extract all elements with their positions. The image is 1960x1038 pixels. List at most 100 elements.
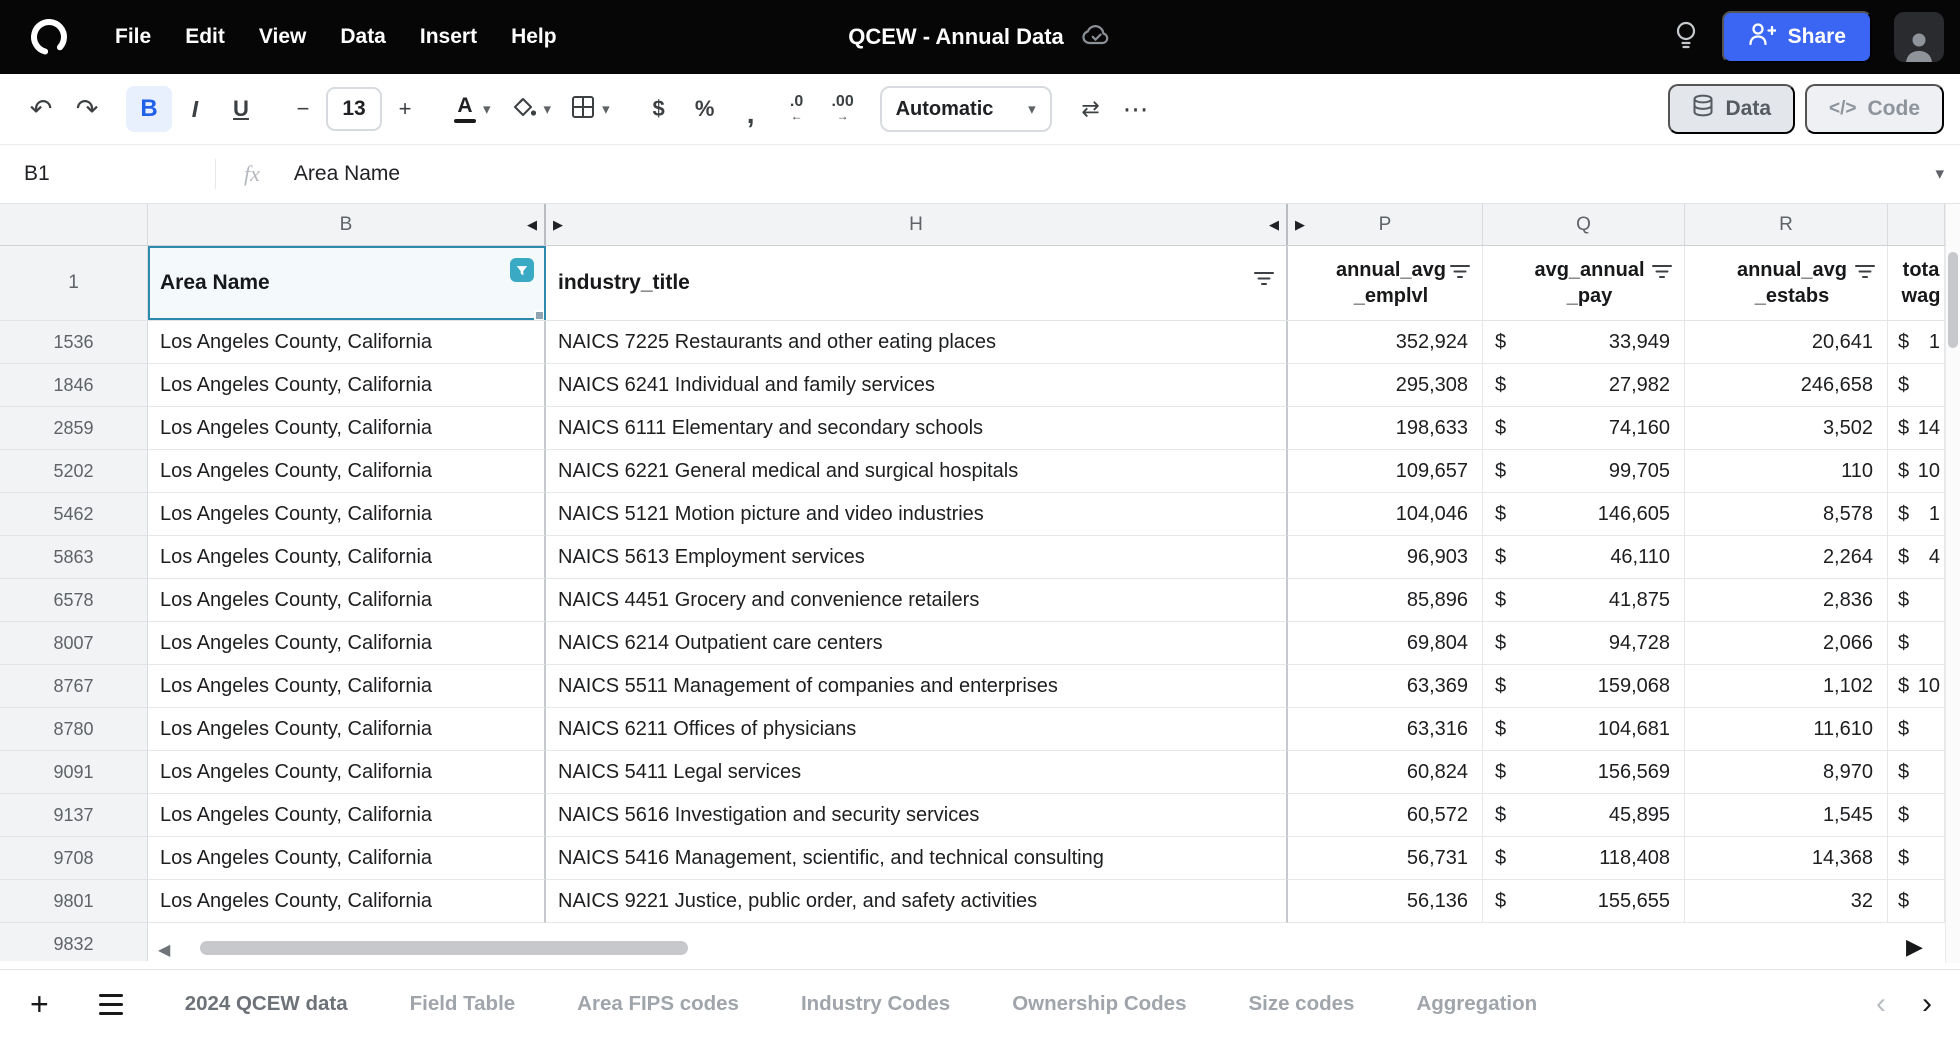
row-number[interactable]: 9091 xyxy=(0,751,148,794)
cell-annual-avg-emplvl[interactable]: 56,136 xyxy=(1288,880,1483,923)
tab-ownership-codes[interactable]: Ownership Codes xyxy=(1012,992,1186,1016)
percent-format-button[interactable]: % xyxy=(682,86,728,132)
cell-total-wages-partial[interactable]: $ xyxy=(1888,751,1945,794)
cell-area-name[interactable]: Los Angeles County, California xyxy=(148,708,546,751)
app-logo-icon[interactable] xyxy=(26,14,72,60)
hidden-cols-collapse-left-icon[interactable]: ◀ xyxy=(527,217,537,233)
cell-industry-title[interactable]: NAICS 5416 Management, scientific, and t… xyxy=(546,837,1288,880)
cell-annual-avg-estabs[interactable]: 2,066 xyxy=(1685,622,1888,665)
row-number[interactable]: 2859 xyxy=(0,407,148,450)
column-header-partial[interactable] xyxy=(1888,204,1945,245)
cell-industry-title[interactable]: NAICS 6214 Outpatient care centers xyxy=(546,622,1288,665)
cell-avg-annual-pay[interactable]: $ 41,875 xyxy=(1483,579,1685,622)
cell-annual-avg-emplvl[interactable]: 60,824 xyxy=(1288,751,1483,794)
cell-total-wages-partial[interactable]: $ xyxy=(1888,622,1945,665)
tab-scroll-left-chevron[interactable]: ‹ xyxy=(1876,987,1886,1021)
cell-total-wages-partial[interactable]: $ 4 xyxy=(1888,536,1945,579)
cell-annual-avg-emplvl[interactable]: 104,046 xyxy=(1288,493,1483,536)
hidden-cols-collapse-right-icon[interactable]: ▶ xyxy=(553,217,563,233)
cell-area-name[interactable]: Los Angeles County, California xyxy=(148,450,546,493)
cell-annual-avg-emplvl[interactable]: 63,316 xyxy=(1288,708,1483,751)
cell-annual-avg-estabs[interactable]: 32 xyxy=(1685,880,1888,923)
name-box[interactable]: B1 xyxy=(0,162,215,186)
corner-header[interactable] xyxy=(0,204,148,245)
cell-industry-title[interactable]: NAICS 4451 Grocery and convenience retai… xyxy=(546,579,1288,622)
cell-total-wages-partial[interactable]: $ 14 xyxy=(1888,407,1945,450)
cell-avg-annual-pay[interactable]: $ 99,705 xyxy=(1483,450,1685,493)
cell-area-name[interactable]: Los Angeles County, California xyxy=(148,880,546,923)
hscroll-right-arrow[interactable]: ▶ xyxy=(1906,934,1923,960)
cell-area-name[interactable]: Los Angeles County, California xyxy=(148,665,546,708)
cell-total-wages-partial[interactable]: $ 10 xyxy=(1888,450,1945,493)
cell-avg-annual-pay[interactable]: $ 146,605 xyxy=(1483,493,1685,536)
selected-cell-b1[interactable]: Area Name xyxy=(148,246,546,320)
cell-area-name[interactable]: Los Angeles County, California xyxy=(148,622,546,665)
cell-area-name[interactable]: Los Angeles County, California xyxy=(148,407,546,450)
cell-industry-title[interactable]: NAICS 5616 Investigation and security se… xyxy=(546,794,1288,837)
row-number[interactable]: 5202 xyxy=(0,450,148,493)
formula-input[interactable]: Area Name xyxy=(294,162,400,186)
cell-total-wages-partial[interactable]: $ 1 xyxy=(1888,493,1945,536)
fill-color-button[interactable]: ▾ xyxy=(501,86,562,132)
cell-annual-avg-estabs[interactable]: 3,502 xyxy=(1685,407,1888,450)
cell-industry-title[interactable]: NAICS 6111 Elementary and secondary scho… xyxy=(546,407,1288,450)
cell-avg-annual-pay[interactable]: $ 104,681 xyxy=(1483,708,1685,751)
increase-font-button[interactable]: + xyxy=(382,86,428,132)
sheets-menu-icon[interactable] xyxy=(99,994,123,1015)
cell-annual-avg-emplvl[interactable]: 63,369 xyxy=(1288,665,1483,708)
cell-annual-avg-estabs[interactable]: 246,658 xyxy=(1685,364,1888,407)
data-view-button[interactable]: Data xyxy=(1668,84,1795,134)
lightbulb-icon[interactable] xyxy=(1672,20,1700,55)
cell-annual-avg-emplvl[interactable]: 69,804 xyxy=(1288,622,1483,665)
cell-annual-avg-estabs[interactable]: 20,641 xyxy=(1685,321,1888,364)
column-header-b[interactable]: B ◀ xyxy=(148,204,546,245)
cell-area-name[interactable]: Los Angeles County, California xyxy=(148,751,546,794)
italic-button[interactable]: I xyxy=(172,86,218,132)
cell-total-wages-partial[interactable]: $ 1 xyxy=(1888,321,1945,364)
row-number[interactable]: 1846 xyxy=(0,364,148,407)
cell-industry-title[interactable]: NAICS 7225 Restaurants and other eating … xyxy=(546,321,1288,364)
document-title[interactable]: QCEW - Annual Data xyxy=(848,24,1064,50)
cell-total-wages-partial[interactable]: $ xyxy=(1888,794,1945,837)
font-size-value[interactable]: 13 xyxy=(326,87,382,131)
column-header-r[interactable]: R xyxy=(1685,204,1888,245)
header-total-wages-partial[interactable]: totawag xyxy=(1888,246,1945,320)
number-format-select[interactable]: Automatic ▾ xyxy=(880,86,1052,132)
cell-area-name[interactable]: Los Angeles County, California xyxy=(148,579,546,622)
cell-annual-avg-emplvl[interactable]: 56,731 xyxy=(1288,837,1483,880)
cell-total-wages-partial[interactable]: $ 10 xyxy=(1888,665,1945,708)
cell-annual-avg-estabs[interactable]: 110 xyxy=(1685,450,1888,493)
header-avg-annual-pay[interactable]: avg_annual_pay xyxy=(1483,246,1685,320)
underline-button[interactable]: U xyxy=(218,86,264,132)
filter-icon[interactable] xyxy=(1254,268,1274,292)
menu-view[interactable]: View xyxy=(242,15,323,59)
row-number[interactable]: 6578 xyxy=(0,579,148,622)
avatar[interactable] xyxy=(1894,12,1944,62)
cell-annual-avg-emplvl[interactable]: 109,657 xyxy=(1288,450,1483,493)
cell-industry-title[interactable]: NAICS 6221 General medical and surgical … xyxy=(546,450,1288,493)
cell-total-wages-partial[interactable]: $ xyxy=(1888,708,1945,751)
header-annual-avg-estabs[interactable]: annual_avg_estabs xyxy=(1685,246,1888,320)
cell-annual-avg-emplvl[interactable]: 198,633 xyxy=(1288,407,1483,450)
cell-avg-annual-pay[interactable]: $ 45,895 xyxy=(1483,794,1685,837)
menu-edit[interactable]: Edit xyxy=(168,15,242,59)
cell-avg-annual-pay[interactable]: $ 155,655 xyxy=(1483,880,1685,923)
cell-avg-annual-pay[interactable]: $ 156,569 xyxy=(1483,751,1685,794)
horizontal-scrollbar-thumb[interactable] xyxy=(200,941,688,955)
row-number[interactable]: 8780 xyxy=(0,708,148,751)
hscroll-left-arrow[interactable]: ◀ xyxy=(158,940,170,960)
cell-industry-title[interactable]: NAICS 6211 Offices of physicians xyxy=(546,708,1288,751)
formula-expand-chevron[interactable]: ▾ xyxy=(1935,164,1944,184)
cell-annual-avg-estabs[interactable]: 1,102 xyxy=(1685,665,1888,708)
share-button[interactable]: Share xyxy=(1722,11,1872,63)
header-annual-avg-emplvl[interactable]: annual_avg_emplvl xyxy=(1288,246,1483,320)
cell-annual-avg-estabs[interactable]: 2,264 xyxy=(1685,536,1888,579)
hidden-cols-collapse-left-icon[interactable]: ◀ xyxy=(1269,217,1279,233)
cell-avg-annual-pay[interactable]: $ 118,408 xyxy=(1483,837,1685,880)
cell-area-name[interactable]: Los Angeles County, California xyxy=(148,493,546,536)
cell-total-wages-partial[interactable]: $ xyxy=(1888,880,1945,923)
vertical-scrollbar[interactable] xyxy=(1945,204,1960,963)
borders-button[interactable]: ▾ xyxy=(561,86,620,132)
cell-avg-annual-pay[interactable]: $ 74,160 xyxy=(1483,407,1685,450)
row-number[interactable]: 5462 xyxy=(0,493,148,536)
